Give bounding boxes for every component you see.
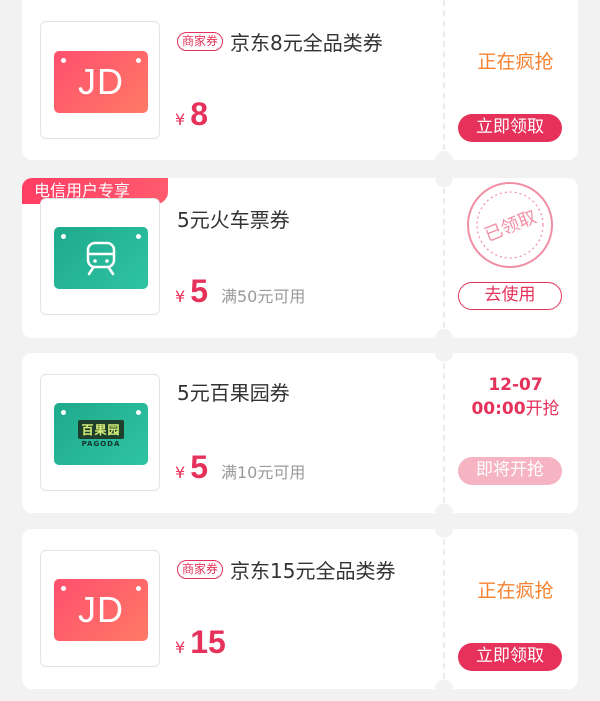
coupon-card: 电信用户专享 5元火车票券 ¥ 5 满50元可用 已领取 去使用: [22, 169, 578, 347]
coupon-thumbnail: JD: [40, 550, 160, 667]
jd-logo-text: JD: [78, 61, 124, 102]
card-divider: [443, 539, 445, 679]
start-time-row: 00:00开抢: [453, 397, 578, 421]
coupon-price: ¥ 8: [175, 96, 208, 133]
coupon-title: 京东15元全品类券: [230, 559, 396, 583]
use-button[interactable]: 去使用: [458, 282, 562, 310]
pagoda-logo-en: PAGODA: [81, 440, 121, 448]
coupon-price: ¥ 5 满50元可用: [175, 273, 305, 310]
claimed-stamp-icon: 已领取: [467, 182, 553, 268]
coupon-amount: 15: [190, 624, 226, 660]
coupon-thumbnail: [40, 198, 160, 315]
coupon-card: JD 商家券 京东15元全品类券 ¥ 15 正在疯抢 立即领取: [22, 520, 578, 698]
coupon-title-row: 商家券 京东15元全品类券: [177, 555, 395, 584]
pagoda-logo: 百果园 PAGODA: [78, 420, 124, 448]
coupon-amount: 5: [190, 273, 208, 309]
start-clock: 00:00: [471, 399, 526, 419]
pagoda-ticket-logo: 百果园 PAGODA: [54, 403, 148, 465]
coupon-title-row: 商家券 京东8元全品类券: [177, 27, 383, 56]
pagoda-logo-cn: 百果园: [78, 420, 124, 439]
jd-ticket-logo: JD: [54, 579, 148, 641]
start-time: 12-07 00:00开抢: [453, 373, 578, 421]
currency-symbol: ¥: [175, 110, 186, 129]
card-divider: [443, 0, 445, 150]
status-text: 正在疯抢: [477, 580, 554, 602]
coming-soon-button[interactable]: 即将开抢: [458, 457, 562, 485]
card-divider: [443, 188, 445, 328]
coupon-title-row: 5元火车票券: [177, 204, 290, 233]
merchant-tag: 商家券: [177, 560, 224, 579]
currency-symbol: ¥: [175, 463, 186, 482]
jd-logo-text: JD: [78, 589, 124, 630]
jd-ticket-logo: JD: [54, 51, 148, 113]
coupon-card: JD 商家券 京东8元全品类券 ¥ 8 正在疯抢 立即领取: [22, 0, 578, 169]
card-divider: [443, 363, 445, 503]
status-text: 正在疯抢: [477, 51, 554, 73]
claim-button[interactable]: 立即领取: [458, 643, 562, 671]
start-date: 12-07: [488, 375, 543, 395]
coupon-price: ¥ 5 满10元可用: [175, 449, 305, 486]
claim-button[interactable]: 立即领取: [458, 114, 562, 142]
coupon-amount: 5: [190, 449, 208, 485]
usage-condition: 满50元可用: [220, 287, 306, 306]
merchant-tag: 商家券: [177, 32, 224, 51]
currency-symbol: ¥: [175, 638, 186, 657]
coupon-amount: 8: [190, 96, 208, 132]
coupon-title: 京东8元全品类券: [230, 31, 383, 55]
coupon-title: 5元百果园券: [177, 381, 290, 405]
coupon-card: 百果园 PAGODA 5元百果园券 ¥ 5 满10元可用 12-07 00:00…: [22, 344, 578, 522]
usage-condition: 满10元可用: [220, 463, 306, 482]
coupon-title-row: 5元百果园券: [177, 377, 290, 406]
train-icon: [86, 241, 116, 276]
coupon-thumbnail: JD: [40, 21, 160, 139]
currency-symbol: ¥: [175, 287, 186, 306]
start-suffix: 开抢: [525, 399, 560, 419]
claimed-stamp-text: 已领取: [482, 207, 540, 247]
coupon-price: ¥ 15: [175, 624, 226, 661]
train-ticket-logo: [54, 227, 148, 289]
coupon-thumbnail: 百果园 PAGODA: [40, 374, 160, 491]
coupon-title: 5元火车票券: [177, 208, 290, 232]
